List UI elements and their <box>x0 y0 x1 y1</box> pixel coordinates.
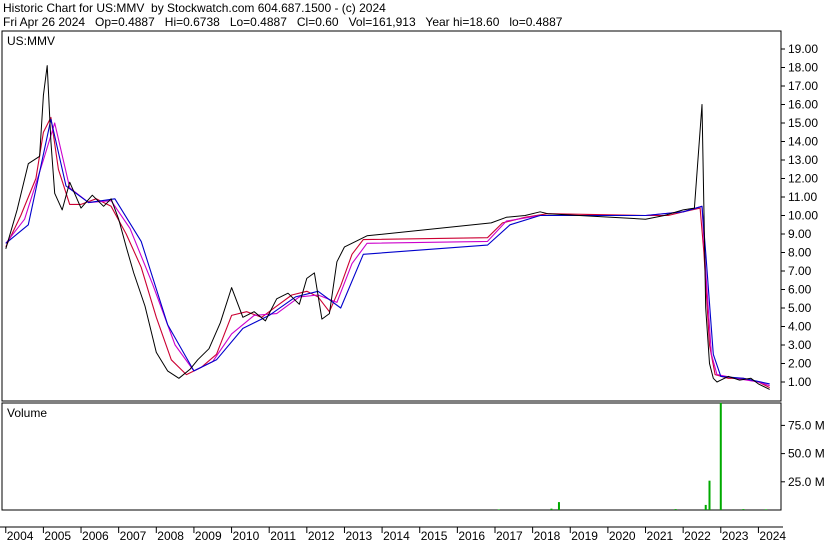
price-y-tick-label: 12.00 <box>788 172 818 186</box>
price-line <box>5 65 770 390</box>
x-tick-label: 2014 <box>383 529 410 543</box>
price-y-tick-label: 17.00 <box>788 79 818 93</box>
x-tick-label: 2022 <box>684 529 711 543</box>
x-tick-label: 2020 <box>609 529 636 543</box>
long-average-line <box>5 118 770 385</box>
price-y-tick-label: 10.00 <box>788 209 818 223</box>
price-y-tick-label: 4.00 <box>788 320 812 334</box>
price-y-tick-label: 15.00 <box>788 116 818 130</box>
x-tick-label: 2013 <box>345 529 372 543</box>
x-tick-label: 2004 <box>7 529 34 543</box>
x-tick-label: 2007 <box>120 529 147 543</box>
price-y-tick-label: 9.00 <box>788 227 812 241</box>
price-y-tick-label: 5.00 <box>788 301 812 315</box>
x-tick-label: 2008 <box>157 529 184 543</box>
price-y-tick-label: 14.00 <box>788 135 818 149</box>
price-y-tick-label: 2.00 <box>788 357 812 371</box>
price-y-tick-label: 3.00 <box>788 338 812 352</box>
volume-y-tick-label: 50.0 M <box>788 447 825 461</box>
x-tick-label: 2015 <box>421 529 448 543</box>
x-tick-label: 2021 <box>647 529 674 543</box>
x-tick-label: 2010 <box>233 529 260 543</box>
volume-y-tick-label: 75.0 M <box>788 418 825 432</box>
price-y-tick-label: 13.00 <box>788 153 818 167</box>
x-tick-label: 2019 <box>571 529 598 543</box>
price-y-tick-label: 8.00 <box>788 246 812 260</box>
x-tick-label: 2012 <box>308 529 335 543</box>
price-y-tick-label: 7.00 <box>788 264 812 278</box>
x-tick-label: 2006 <box>82 529 109 543</box>
volume-panel-frame <box>1 402 782 511</box>
price-y-tick-label: 6.00 <box>788 283 812 297</box>
x-tick-label: 2023 <box>722 529 749 543</box>
price-panel-title: US:MMV <box>7 34 55 48</box>
x-tick-label: 2024 <box>759 529 786 543</box>
volume-y-tick-label: 25.0 M <box>788 475 825 489</box>
price-y-tick-label: 11.00 <box>788 190 817 204</box>
price-y-tick-label: 19.00 <box>788 42 818 56</box>
price-y-tick-label: 16.00 <box>788 98 818 112</box>
price-volume-chart: US:MMV Volume 1.00 2.00 3.00 4.00 5.00 6.00 7.00… <box>0 30 825 543</box>
price-y-tick-label: 18.00 <box>788 61 818 75</box>
price-y-tick-label: 1.00 <box>788 375 812 389</box>
x-tick-label: 2009 <box>195 529 222 543</box>
x-tick-label: 2005 <box>44 529 71 543</box>
x-tick-label: 2017 <box>496 529 523 543</box>
medium-average-line <box>5 122 770 387</box>
volume-panel-title: Volume <box>7 406 47 420</box>
x-tick-label: 2018 <box>534 529 561 543</box>
x-tick-label: 2016 <box>458 529 485 543</box>
x-tick-label: 2011 <box>270 529 296 543</box>
